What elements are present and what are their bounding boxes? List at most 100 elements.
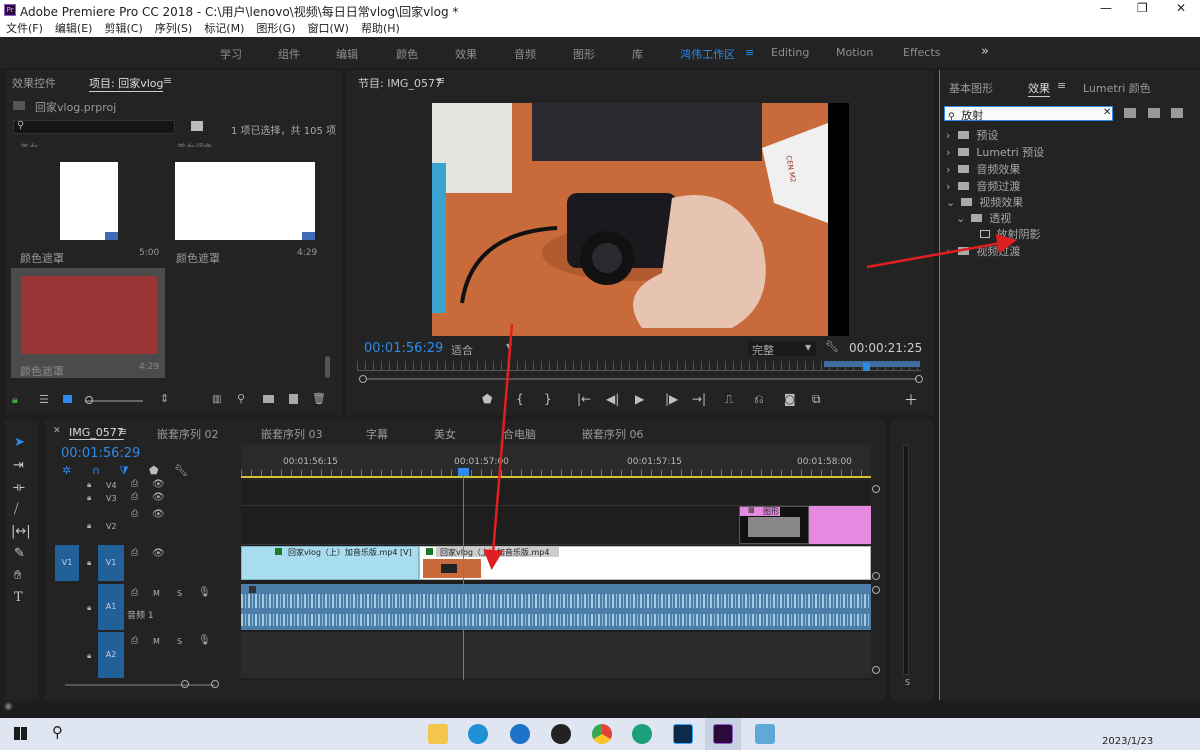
- menu-edit[interactable]: 编辑(E): [55, 22, 93, 35]
- linked-selection-icon[interactable]: ⧩: [119, 464, 129, 478]
- workspace-tab-learn[interactable]: 学习: [220, 46, 242, 62]
- playhead-line[interactable]: [463, 470, 464, 680]
- timeline-ruler[interactable]: 00:01:56:15 00:01:57:00 00:01:57:15 00:0…: [241, 444, 871, 478]
- v-scroll-handle[interactable]: [872, 586, 880, 594]
- track-lock-icon[interactable]: 🔒︎: [87, 558, 91, 568]
- project-item[interactable]: 颜色遮罩 4:29: [169, 156, 323, 266]
- tab-project[interactable]: 项目: 回家vlog: [89, 75, 164, 92]
- sync-lock-icon[interactable]: ⎙: [131, 636, 138, 646]
- mute-button[interactable]: M: [153, 589, 160, 598]
- nest-toggle-icon[interactable]: ✲: [62, 464, 71, 477]
- timeline-tab[interactable]: 字幕: [366, 426, 388, 442]
- mute-button[interactable]: M: [153, 637, 160, 646]
- h-scroll-handle[interactable]: [211, 680, 219, 688]
- new-bin-search-icon[interactable]: [191, 121, 203, 131]
- ruler-range[interactable]: [824, 361, 920, 367]
- playhead-handle[interactable]: [458, 468, 469, 476]
- fit-dropdown[interactable]: 适合 ▼: [451, 342, 515, 357]
- add-marker-icon[interactable]: ⬟: [482, 392, 492, 406]
- export-frame-icon[interactable]: ◙: [784, 392, 796, 406]
- microphone-icon[interactable]: 🎙︎: [198, 635, 211, 646]
- eye-icon[interactable]: 👁︎: [152, 479, 165, 490]
- notepad-icon[interactable]: [755, 724, 775, 744]
- icon-view-icon[interactable]: [63, 395, 72, 403]
- solo-button[interactable]: S: [177, 637, 182, 646]
- mark-in-icon[interactable]: {: [516, 392, 524, 406]
- track-lock-icon[interactable]: 🔒︎: [87, 603, 91, 613]
- workspace-tab-graphics[interactable]: 图形: [573, 46, 595, 62]
- hand-tool-icon[interactable]: ✋︎: [14, 568, 21, 583]
- sync-lock-icon[interactable]: ⎙: [131, 492, 138, 502]
- tree-item-audio-transitions[interactable]: › 音频过渡: [946, 178, 1186, 194]
- scroll-handle-left[interactable]: [359, 375, 367, 383]
- tab-effects[interactable]: 效果: [1028, 80, 1050, 97]
- graphic-clip[interactable]: ▩ 图形: [739, 506, 809, 544]
- workspace-tab-editing[interactable]: 编辑: [336, 46, 358, 62]
- menu-graphics[interactable]: 图形(G): [256, 22, 295, 35]
- quality-dropdown[interactable]: 完整 ▼: [748, 342, 816, 357]
- tree-item-audio-effects[interactable]: › 音频效果: [946, 161, 1186, 177]
- timeline-tab[interactable]: 合电脑: [503, 426, 536, 442]
- track-lock-icon[interactable]: 🔒︎: [87, 493, 91, 503]
- effects-search-input[interactable]: ⚲ 放射 ✕: [944, 106, 1113, 122]
- panel-menu-icon[interactable]: ≡: [1057, 79, 1066, 92]
- minimize-button[interactable]: —: [1100, 1, 1112, 15]
- tree-item-radial-shadow[interactable]: 放射阴影: [980, 226, 1186, 242]
- ripple-edit-tool-icon[interactable]: ⟛: [13, 480, 25, 495]
- workspace-tab-color[interactable]: 颜色: [396, 46, 418, 62]
- track-target-a1[interactable]: A1: [98, 584, 124, 630]
- panel-menu-icon[interactable]: ≡: [163, 74, 172, 87]
- solo-button[interactable]: S: [177, 589, 182, 598]
- workspace-tab-effects-en[interactable]: Effects: [903, 46, 940, 59]
- type-tool-icon[interactable]: T: [14, 590, 23, 605]
- clock[interactable]: 2023/1/23: [1102, 736, 1153, 748]
- workspace-tab-audio[interactable]: 音频: [514, 46, 536, 62]
- timeline-tab-close-icon[interactable]: ✕: [53, 426, 61, 436]
- accelerated-effects-icon[interactable]: [1124, 108, 1136, 118]
- taskbar-search-icon[interactable]: ⚲: [52, 723, 63, 741]
- v-scroll-handle[interactable]: [872, 572, 880, 580]
- sync-lock-icon[interactable]: ⎙: [131, 588, 138, 598]
- list-view-icon[interactable]: ☰: [39, 393, 49, 406]
- solo-meter-button[interactable]: S: [905, 678, 910, 687]
- video-clip[interactable]: 回家vlog（上）加音乐版.mp4 [V]: [241, 546, 419, 580]
- zoom-slider[interactable]: [85, 400, 143, 402]
- timeline-settings-icon[interactable]: 🔧︎: [174, 464, 188, 477]
- timeline-tab-active[interactable]: IMG_0577: [69, 426, 124, 440]
- menu-marker[interactable]: 标记(M): [204, 22, 244, 35]
- tab-effect-controls[interactable]: 效果控件: [12, 75, 56, 91]
- timeline-tab[interactable]: 嵌套序列 02: [157, 426, 219, 442]
- clear-search-icon[interactable]: ✕: [1103, 107, 1111, 118]
- menu-window[interactable]: 窗口(W): [308, 22, 349, 35]
- step-forward-icon[interactable]: |▶: [665, 392, 678, 406]
- premiere-taskbar-icon[interactable]: [713, 724, 733, 744]
- go-to-in-icon[interactable]: |←: [577, 392, 591, 406]
- scroll-handle-right[interactable]: [915, 375, 923, 383]
- new-item-icon[interactable]: [289, 394, 298, 404]
- eye-icon[interactable]: 👁︎: [152, 548, 165, 559]
- find-icon[interactable]: ⚲: [237, 392, 245, 405]
- project-item-selected[interactable]: 颜色遮罩 4:29: [11, 268, 165, 378]
- sort-icon[interactable]: ⇕: [160, 392, 169, 405]
- tree-item-perspective[interactable]: ⌄ 透视: [956, 210, 1186, 226]
- timeline-tab[interactable]: 嵌套序列 06: [582, 426, 644, 442]
- track-lock-icon[interactable]: 🔒︎: [87, 521, 91, 531]
- graphic-clip-pink[interactable]: [809, 506, 871, 544]
- microphone-icon[interactable]: 🎙︎: [198, 587, 211, 598]
- workspace-tab-motion[interactable]: Motion: [836, 46, 873, 59]
- menu-file[interactable]: 文件(F): [6, 22, 43, 35]
- timeline-tab[interactable]: 美女: [434, 426, 456, 442]
- track-lock-icon[interactable]: 🔒︎: [87, 480, 91, 490]
- project-search-input[interactable]: [13, 120, 175, 134]
- monitor-zoom-bar[interactable]: [367, 378, 917, 380]
- automate-icon[interactable]: ▥: [212, 394, 221, 405]
- maximize-button[interactable]: ❐: [1137, 1, 1148, 15]
- step-back-icon[interactable]: ◀|: [606, 392, 619, 406]
- eye-icon[interactable]: 👁︎: [152, 509, 165, 520]
- playhead-timecode[interactable]: 00:01:56:29: [364, 341, 443, 356]
- source-patch-v1[interactable]: V1: [55, 545, 79, 581]
- sync-lock-icon[interactable]: ⎙: [131, 509, 138, 519]
- lift-icon[interactable]: ⎍: [725, 392, 733, 407]
- tab-lumetri-color[interactable]: Lumetri 颜色: [1083, 80, 1151, 96]
- panel-menu-icon[interactable]: ≡: [118, 425, 127, 438]
